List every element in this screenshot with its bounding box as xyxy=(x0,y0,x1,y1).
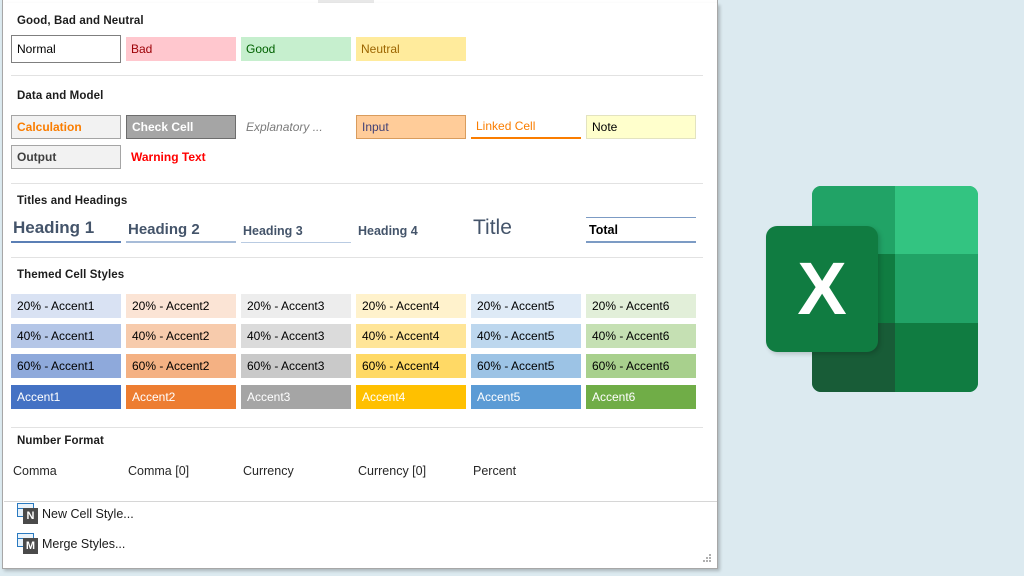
style-accent6[interactable]: Accent6 xyxy=(586,385,696,409)
style-accent3[interactable]: Accent3 xyxy=(241,385,351,409)
section-title-titles-and-headings: Titles and Headings xyxy=(17,195,127,207)
merge-styles-command[interactable]: M Merge Styles... xyxy=(15,533,125,555)
style-40-accent6[interactable]: 40% - Accent6 xyxy=(586,324,696,348)
divider-1 xyxy=(11,75,703,76)
screenshot-root: X Good, Bad and Neutral Normal Bad Good … xyxy=(0,0,1024,576)
excel-logo: X xyxy=(766,186,978,392)
style-title[interactable]: Title xyxy=(471,213,581,243)
style-comma[interactable]: Comma xyxy=(13,464,57,478)
style-neutral[interactable]: Neutral xyxy=(356,37,466,61)
new-cell-style-icon: N xyxy=(15,503,41,525)
cell-styles-gallery: Good, Bad and Neutral Normal Bad Good Ne… xyxy=(2,3,718,569)
new-cell-style-command[interactable]: N New Cell Style... xyxy=(15,503,134,525)
style-accent5[interactable]: Accent5 xyxy=(471,385,581,409)
style-20-accent5[interactable]: 20% - Accent5 xyxy=(471,294,581,318)
style-40-accent5[interactable]: 40% - Accent5 xyxy=(471,324,581,348)
style-heading-4[interactable]: Heading 4 xyxy=(356,219,466,243)
style-20-accent2[interactable]: 20% - Accent2 xyxy=(126,294,236,318)
style-good[interactable]: Good xyxy=(241,37,351,61)
style-currency[interactable]: Currency xyxy=(243,464,294,478)
style-20-accent6[interactable]: 20% - Accent6 xyxy=(586,294,696,318)
divider-4 xyxy=(11,427,703,428)
style-heading-1[interactable]: Heading 1 xyxy=(11,215,121,243)
style-check-cell[interactable]: Check Cell xyxy=(126,115,236,139)
style-heading-2[interactable]: Heading 2 xyxy=(126,217,236,243)
style-accent1[interactable]: Accent1 xyxy=(11,385,121,409)
style-60-accent6[interactable]: 60% - Accent6 xyxy=(586,354,696,378)
style-heading-3[interactable]: Heading 3 xyxy=(241,219,351,243)
style-20-accent4[interactable]: 20% - Accent4 xyxy=(356,294,466,318)
style-60-accent1[interactable]: 60% - Accent1 xyxy=(11,354,121,378)
style-normal[interactable]: Normal xyxy=(11,35,121,63)
style-40-accent2[interactable]: 40% - Accent2 xyxy=(126,324,236,348)
style-accent4[interactable]: Accent4 xyxy=(356,385,466,409)
new-cell-style-label: New Cell Style... xyxy=(42,507,134,521)
resize-grip[interactable] xyxy=(703,554,712,563)
excel-logo-x-badge: X xyxy=(766,226,878,352)
style-40-accent1[interactable]: 40% - Accent1 xyxy=(11,324,121,348)
style-percent[interactable]: Percent xyxy=(473,464,516,478)
keytip-n: N xyxy=(23,508,38,524)
divider-5 xyxy=(4,501,717,502)
style-60-accent5[interactable]: 60% - Accent5 xyxy=(471,354,581,378)
merge-styles-label: Merge Styles... xyxy=(42,537,125,551)
style-total[interactable]: Total xyxy=(586,217,696,243)
divider-2 xyxy=(11,183,703,184)
style-40-accent3[interactable]: 40% - Accent3 xyxy=(241,324,351,348)
style-note[interactable]: Note xyxy=(586,115,696,139)
style-60-accent2[interactable]: 60% - Accent2 xyxy=(126,354,236,378)
style-calculation[interactable]: Calculation xyxy=(11,115,121,139)
style-20-accent3[interactable]: 20% - Accent3 xyxy=(241,294,351,318)
merge-styles-icon: M xyxy=(15,533,41,555)
style-warning-text[interactable]: Warning Text xyxy=(126,145,236,169)
style-40-accent4[interactable]: 40% - Accent4 xyxy=(356,324,466,348)
section-title-good-bad-neutral: Good, Bad and Neutral xyxy=(17,15,144,27)
style-60-accent4[interactable]: 60% - Accent4 xyxy=(356,354,466,378)
style-input[interactable]: Input xyxy=(356,115,466,139)
style-linked-cell[interactable]: Linked Cell xyxy=(471,115,581,139)
keytip-m: M xyxy=(23,538,38,554)
style-output[interactable]: Output xyxy=(11,145,121,169)
logo-area: X xyxy=(720,0,1024,576)
style-comma-0[interactable]: Comma [0] xyxy=(128,464,189,478)
excel-logo-letter: X xyxy=(797,252,846,326)
divider-3 xyxy=(11,257,703,258)
section-title-themed-cell-styles: Themed Cell Styles xyxy=(17,269,124,281)
style-currency-0[interactable]: Currency [0] xyxy=(358,464,426,478)
style-bad[interactable]: Bad xyxy=(126,37,236,61)
section-title-number-format: Number Format xyxy=(17,435,104,447)
style-20-accent1[interactable]: 20% - Accent1 xyxy=(11,294,121,318)
style-accent2[interactable]: Accent2 xyxy=(126,385,236,409)
section-title-data-and-model: Data and Model xyxy=(17,90,103,102)
style-explanatory[interactable]: Explanatory ... xyxy=(241,115,351,139)
style-60-accent3[interactable]: 60% - Accent3 xyxy=(241,354,351,378)
